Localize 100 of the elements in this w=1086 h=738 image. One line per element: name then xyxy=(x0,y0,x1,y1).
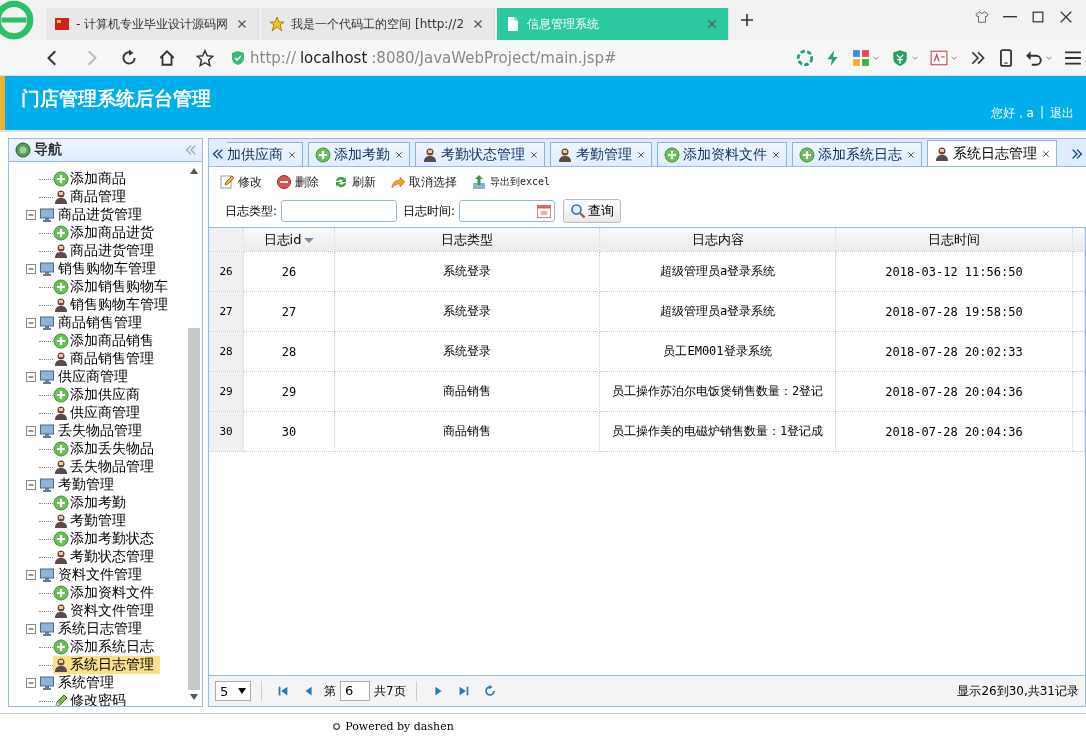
double-chevron-left-icon xyxy=(211,146,225,161)
input-field[interactable] xyxy=(281,200,398,222)
row-number: 26 xyxy=(209,251,244,292)
browser-tab[interactable]: 我是一个代码工的空间 [http://2 xyxy=(261,8,496,40)
table-cell: 27 xyxy=(243,291,335,332)
field-label: 日志类型: xyxy=(225,202,278,220)
table-cell: 商品销售 xyxy=(334,411,600,452)
add-icon xyxy=(53,495,69,511)
tree-item[interactable]: 添加商品 xyxy=(53,170,132,188)
person-icon xyxy=(53,513,69,529)
edit-icon xyxy=(219,174,235,190)
tree-item[interactable]: 考勤状态管理 xyxy=(53,548,160,566)
star-icon xyxy=(269,16,286,32)
tab[interactable]: 添加资料文件 xyxy=(657,142,787,166)
tree-group-item[interactable]: 商品销售管理 xyxy=(57,314,143,332)
tab[interactable]: 加供应商 xyxy=(227,142,303,166)
monitor-icon xyxy=(39,369,55,385)
reload-icon xyxy=(120,48,138,67)
browser-tab[interactable]: - 计算机专业毕业设计源码网 xyxy=(46,8,260,40)
monitor-icon xyxy=(39,261,55,277)
double-chevron-left-icon xyxy=(184,143,198,157)
browser-logo-icon xyxy=(0,0,34,40)
table-cell: 超级管理员a登录系统 xyxy=(599,251,836,292)
tree-item[interactable]: 添加销售购物车 xyxy=(53,278,174,296)
tree-group-item[interactable]: 系统日志管理 xyxy=(57,620,143,638)
page-number-field[interactable]: 6 xyxy=(340,681,370,701)
toolbar-button[interactable]: 刷新 xyxy=(333,173,376,191)
shield-icon xyxy=(230,49,246,66)
tree-item[interactable]: 商品销售管理 xyxy=(53,350,160,368)
row-number-header xyxy=(209,228,244,252)
tree-group-item[interactable]: 系统管理 xyxy=(57,674,115,692)
url-text: localhost xyxy=(299,48,368,67)
double-chevron-right-icon xyxy=(1070,146,1084,161)
tree-item[interactable]: 添加考勤状态 xyxy=(53,530,160,548)
total-pages-text: 共7页 xyxy=(374,682,406,700)
minimize-icon xyxy=(1003,16,1017,18)
tree-group-item[interactable]: 供应商管理 xyxy=(57,368,129,386)
tree-item[interactable]: 商品进货管理 xyxy=(53,242,160,260)
tree-item[interactable]: 系统日志管理 xyxy=(53,656,160,674)
person-icon xyxy=(422,146,438,163)
add-icon xyxy=(664,146,680,163)
tree-group-item[interactable]: 考勤管理 xyxy=(57,476,115,494)
skin-button[interactable] xyxy=(972,8,992,26)
tab[interactable]: 添加系统日志 xyxy=(792,142,922,166)
tree-group-item[interactable]: 丢失物品管理 xyxy=(57,422,143,440)
bullet-icon xyxy=(332,721,342,731)
date-field[interactable] xyxy=(459,200,556,222)
tree-item[interactable]: 添加丢失物品 xyxy=(53,440,160,458)
shirt-icon xyxy=(975,10,989,24)
tree-item[interactable]: 销售购物车管理 xyxy=(53,296,174,314)
tree-item[interactable]: 添加系统日志 xyxy=(53,638,160,656)
table-cell: 超级管理员a登录系统 xyxy=(599,291,836,332)
tab[interactable]: 添加考勤 xyxy=(308,142,410,166)
tree-group-item[interactable]: 资料文件管理 xyxy=(57,566,143,584)
row-number: 29 xyxy=(209,371,244,412)
tree-item[interactable]: 供应商管理 xyxy=(53,404,146,422)
menu-icon xyxy=(1064,48,1082,67)
tree-item[interactable]: 添加供应商 xyxy=(53,386,146,404)
tree-item[interactable]: 添加资料文件 xyxy=(53,584,160,602)
person-icon xyxy=(53,549,69,565)
column-header[interactable]: 日志内容 xyxy=(599,228,836,252)
toolbar-button[interactable]: 删除 xyxy=(276,173,319,191)
tab[interactable]: 考勤状态管理 xyxy=(415,142,545,166)
tree-item[interactable]: 添加考勤 xyxy=(53,494,132,512)
add-icon xyxy=(799,146,815,163)
person-icon xyxy=(53,657,69,673)
tree-item[interactable]: 考勤管理 xyxy=(53,512,132,530)
table-cell: 商品销售 xyxy=(334,371,600,412)
table-cell: 系统登录 xyxy=(334,251,600,292)
tree-item[interactable]: 添加商品销售 xyxy=(53,332,160,350)
toolbar-button[interactable]: 修改 xyxy=(219,173,262,191)
tree-item[interactable]: 丢失物品管理 xyxy=(53,458,160,476)
tree-group-item[interactable]: 销售购物车管理 xyxy=(57,260,157,278)
add-icon xyxy=(53,279,69,295)
tree-group-item[interactable]: 商品进货管理 xyxy=(57,206,143,224)
column-header[interactable]: 日志时间 xyxy=(835,228,1073,252)
scroll-up-arrow[interactable] xyxy=(190,168,198,174)
tree-item[interactable]: 添加商品进货 xyxy=(53,224,160,242)
tab[interactable]: 系统日志管理 xyxy=(927,140,1057,166)
tree-item[interactable]: 资料文件管理 xyxy=(53,602,160,620)
toolbar-button[interactable]: 取消选择 xyxy=(390,173,457,191)
table-cell: 2018-07-28 20:04:36 xyxy=(835,371,1073,412)
person-icon xyxy=(934,145,950,162)
sidebar-title: 导航 xyxy=(34,141,62,159)
star-outline-icon xyxy=(196,48,214,67)
toolbar-button[interactable]: 导出到excel xyxy=(471,174,551,190)
column-header[interactable]: 日志id xyxy=(243,228,335,252)
page-size-select[interactable]: 5 xyxy=(215,681,251,701)
undo-icon xyxy=(1025,48,1043,67)
scroll-thumb[interactable] xyxy=(188,328,200,690)
add-icon xyxy=(53,333,69,349)
tree-item[interactable]: 商品管理 xyxy=(53,188,132,206)
column-header[interactable]: 日志类型 xyxy=(334,228,600,252)
search-button[interactable]: 查询 xyxy=(563,199,622,223)
row-number: 28 xyxy=(209,331,244,372)
scroll-down-arrow[interactable] xyxy=(190,694,198,700)
tab[interactable]: 考勤管理 xyxy=(550,142,652,166)
add-icon xyxy=(53,225,69,241)
row-number: 30 xyxy=(209,411,244,452)
table-cell: 2018-07-28 20:02:33 xyxy=(835,331,1073,372)
